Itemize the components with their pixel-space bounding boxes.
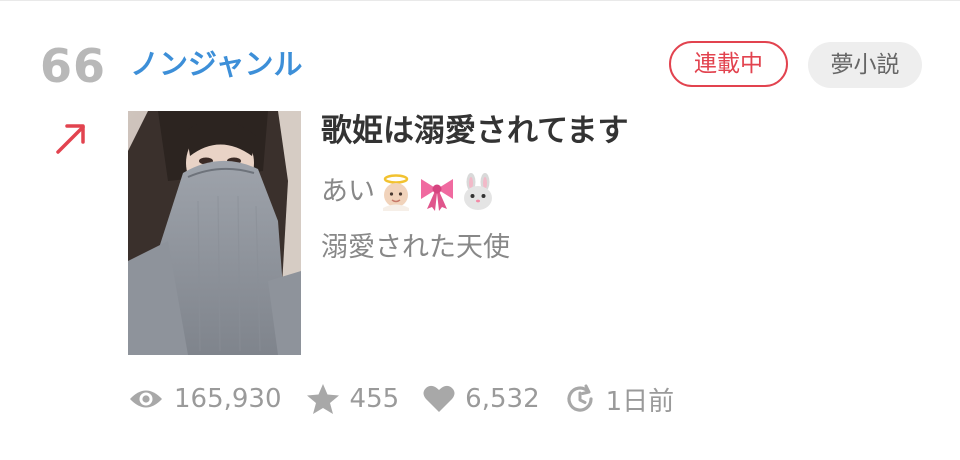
- views-stat: 165,930: [128, 384, 282, 414]
- updated-stat: 1日前: [564, 381, 675, 418]
- likes-stat: 6,532: [423, 384, 540, 414]
- cover-image[interactable]: [128, 111, 301, 355]
- author-label: あい: [321, 176, 375, 207]
- stars-stat: 455: [306, 383, 400, 415]
- work-description: 溺愛された天使: [321, 232, 510, 263]
- star-icon: [306, 384, 339, 414]
- updated-time: 1日前: [605, 386, 675, 417]
- status-badge-serial: 連載中: [669, 41, 788, 87]
- category-tag[interactable]: 夢小説: [808, 42, 922, 88]
- likes-count: 6,532: [465, 384, 540, 414]
- top-divider: [0, 0, 960, 1]
- clock-refresh-icon: [567, 384, 593, 412]
- rank-number: 66: [40, 39, 107, 93]
- genre-link[interactable]: ノンジャンル: [130, 44, 303, 84]
- views-count: 165,930: [174, 384, 282, 414]
- cover-photo-illustration: [128, 111, 301, 355]
- stats-bar: 165,930 455 6,532 1日前: [128, 378, 698, 420]
- stars-count: 455: [349, 384, 400, 414]
- rabbit-face-icon: [464, 173, 492, 210]
- author-name[interactable]: あい: [321, 172, 497, 212]
- baby-angel-icon: [383, 174, 409, 211]
- ribbon-icon: [421, 179, 453, 211]
- eye-icon: [130, 390, 162, 408]
- heart-icon: [423, 385, 455, 412]
- arrow-up-right-icon: [56, 124, 85, 154]
- work-title[interactable]: 歌姫は溺愛されてます: [321, 110, 629, 152]
